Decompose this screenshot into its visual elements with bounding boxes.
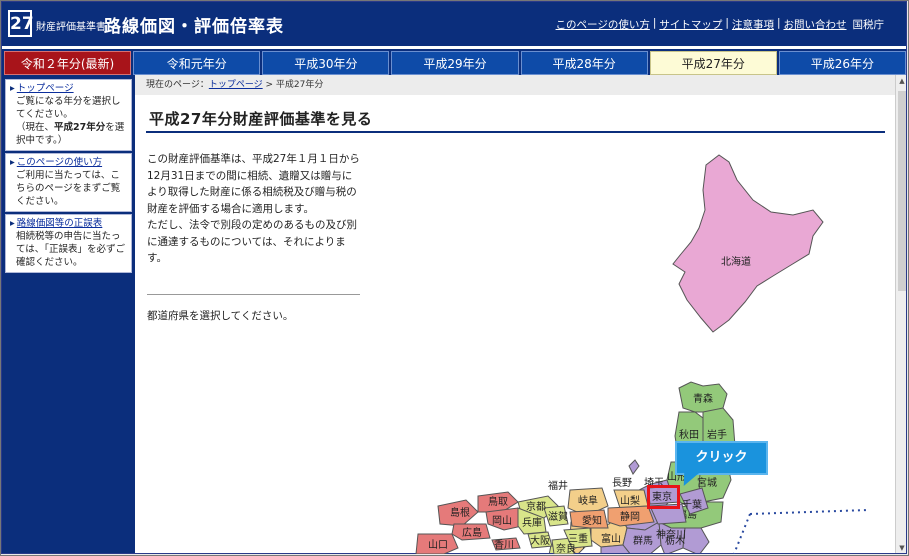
japan-map-lower: 島根 鳥取 岡山 広島 香川 山口 京都 兵庫 滋賀 大阪 奈良 三重 岐阜 愛… [415, 485, 869, 554]
year-tabs: 令和２年分(最新) 令和元年分 平成30年分 平成29年分 平成28年分 平成2… [2, 46, 906, 75]
pref-label: 兵庫 [522, 516, 542, 529]
pref-label: 青森 [693, 392, 713, 405]
click-callout: クリック [675, 441, 768, 475]
pref-label: 京都 [526, 500, 546, 513]
sidebar: トップページ ご覧になる年分を選択してください。 （現在、平成27年分を選択中で… [2, 75, 135, 553]
pref-label: 長野 [612, 477, 632, 488]
logo-subtitle: 財産評価基準書 [36, 22, 106, 33]
tab-heisei27[interactable]: 平成27年分 [649, 51, 777, 75]
tab-reiwa2[interactable]: 令和２年分(最新) [4, 51, 132, 75]
pref-label: 秋田 [679, 428, 699, 441]
sidebar-item-howto: このページの使い方 ご利用に当たっては、こちらのページをまずご覧ください。 [5, 153, 132, 212]
pref-label: 千葉 [682, 498, 702, 511]
pref-label: 岩手 [707, 428, 727, 441]
sidebar-desc-text: （現在、 [16, 122, 55, 133]
sidebar-link-howto[interactable]: このページの使い方 [10, 156, 127, 169]
link-notes[interactable]: 注意事項 [732, 17, 774, 32]
tab-heisei29[interactable]: 平成29年分 [391, 51, 519, 75]
intro-paragraph: この財産評価基準は、平成27年１月１日から12月31日までの間に相続、遺贈又は贈… [147, 153, 360, 215]
page-title: 平成27年分財産評価基準を見る [149, 110, 373, 128]
tab-heisei30[interactable]: 平成30年分 [262, 51, 390, 75]
pref-label: 滋賀 [548, 510, 568, 523]
sidebar-desc: 相続税等の申告に当たっては、「正誤表」を必ずご確認ください。 [16, 231, 126, 268]
tab-reiwa1[interactable]: 令和元年分 [133, 51, 261, 75]
breadcrumb-link-top[interactable]: トップページ [209, 80, 263, 90]
sidebar-item-top: トップページ ご覧になる年分を選択してください。 （現在、平成27年分を選択中で… [5, 79, 132, 151]
breadcrumb: 現在のページ：トップページ > 平成27年分 [135, 75, 895, 95]
link-how-to-use[interactable]: このページの使い方 [556, 17, 650, 32]
link-separator: | [776, 17, 781, 29]
pref-label: 広島 [462, 526, 482, 539]
boundary-dotted-line [733, 513, 751, 554]
pref-label: 山梨 [620, 494, 640, 507]
sidebar-desc: ご利用に当たっては、こちらのページをまずご覧ください。 [16, 170, 121, 207]
link-contact[interactable]: お問い合わせ [784, 17, 847, 32]
scroll-down-arrow-icon[interactable]: ▼ [896, 542, 906, 553]
pref-label: 大阪 [530, 534, 550, 547]
prefecture-prompt: 都道府県を選択してください。 [147, 310, 294, 322]
link-sitemap[interactable]: サイトマップ [659, 17, 722, 32]
breadcrumb-current: 平成27年分 [275, 80, 324, 90]
agency-name[interactable]: 国税庁 [853, 17, 885, 32]
sidebar-desc: ご覧になる年分を選択してください。 （現在、平成27年分を選択中です。） [10, 95, 127, 147]
link-separator: | [725, 17, 729, 29]
breadcrumb-separator: > [262, 80, 276, 90]
site-title[interactable]: 路線価図・評価倍率表 [104, 12, 284, 37]
breadcrumb-prefix: 現在のページ： [146, 80, 209, 90]
intro-divider [147, 294, 360, 295]
sidebar-current-year: 平成27年分 [54, 122, 106, 133]
scroll-thumb[interactable] [898, 91, 906, 291]
scroll-up-arrow-icon[interactable]: ▲ [896, 75, 906, 88]
tokyo-highlight-box[interactable] [647, 485, 680, 509]
sidebar-link-top[interactable]: トップページ [10, 82, 127, 95]
pref-label: 山口 [428, 539, 448, 551]
site-header: 27 財産評価基準書 路線価図・評価倍率表 このページの使い方 | サイトマップ… [2, 2, 906, 46]
intro-text: この財産評価基準は、平成27年１月１日から12月31日までの間に相続、遺贈又は贈… [147, 151, 361, 267]
pref-label: 島根 [450, 506, 470, 519]
header-links: このページの使い方 | サイトマップ | 注意事項 | お問い合わせ 国税庁 [556, 17, 884, 32]
pref-label: 岡山 [492, 515, 512, 527]
sado-island [628, 459, 640, 475]
browser-page: 27 財産評価基準書 路線価図・評価倍率表 このページの使い方 | サイトマップ… [1, 1, 907, 554]
tab-heisei26[interactable]: 平成26年分 [778, 51, 906, 75]
vertical-scrollbar[interactable]: ▲ ▼ [895, 75, 906, 553]
sidebar-desc-text: ご覧になる年分を選択してください。 [16, 96, 121, 120]
pref-hokkaido[interactable] [672, 154, 824, 333]
pref-label: 神奈川 [656, 528, 686, 541]
pref-label: 鳥取 [488, 495, 508, 508]
title-divider [146, 131, 885, 133]
tab-heisei28[interactable]: 平成28年分 [520, 51, 648, 75]
intro-paragraph: ただし、法令で別段の定めのあるもの及び別に通達するものについては、それによります… [147, 219, 357, 264]
pref-label: 福井 [548, 479, 568, 492]
year-logo[interactable]: 27 [8, 10, 34, 37]
link-separator: | [652, 17, 657, 29]
pref-label: 北海道 [721, 255, 751, 268]
pref-label: 岐阜 [578, 494, 598, 507]
pref-label: 三重 [568, 532, 588, 545]
pref-label: 愛知 [582, 514, 602, 527]
boundary-dotted-line [749, 509, 869, 515]
sidebar-link-errata[interactable]: 路線価図等の正誤表 [10, 217, 127, 230]
pref-label: 静岡 [620, 510, 640, 523]
pref-label: 香川 [494, 539, 514, 551]
sidebar-item-errata: 路線価図等の正誤表 相続税等の申告に当たっては、「正誤表」を必ずご確認ください。 [5, 214, 132, 273]
map-labels-row: 福井 [548, 479, 568, 492]
